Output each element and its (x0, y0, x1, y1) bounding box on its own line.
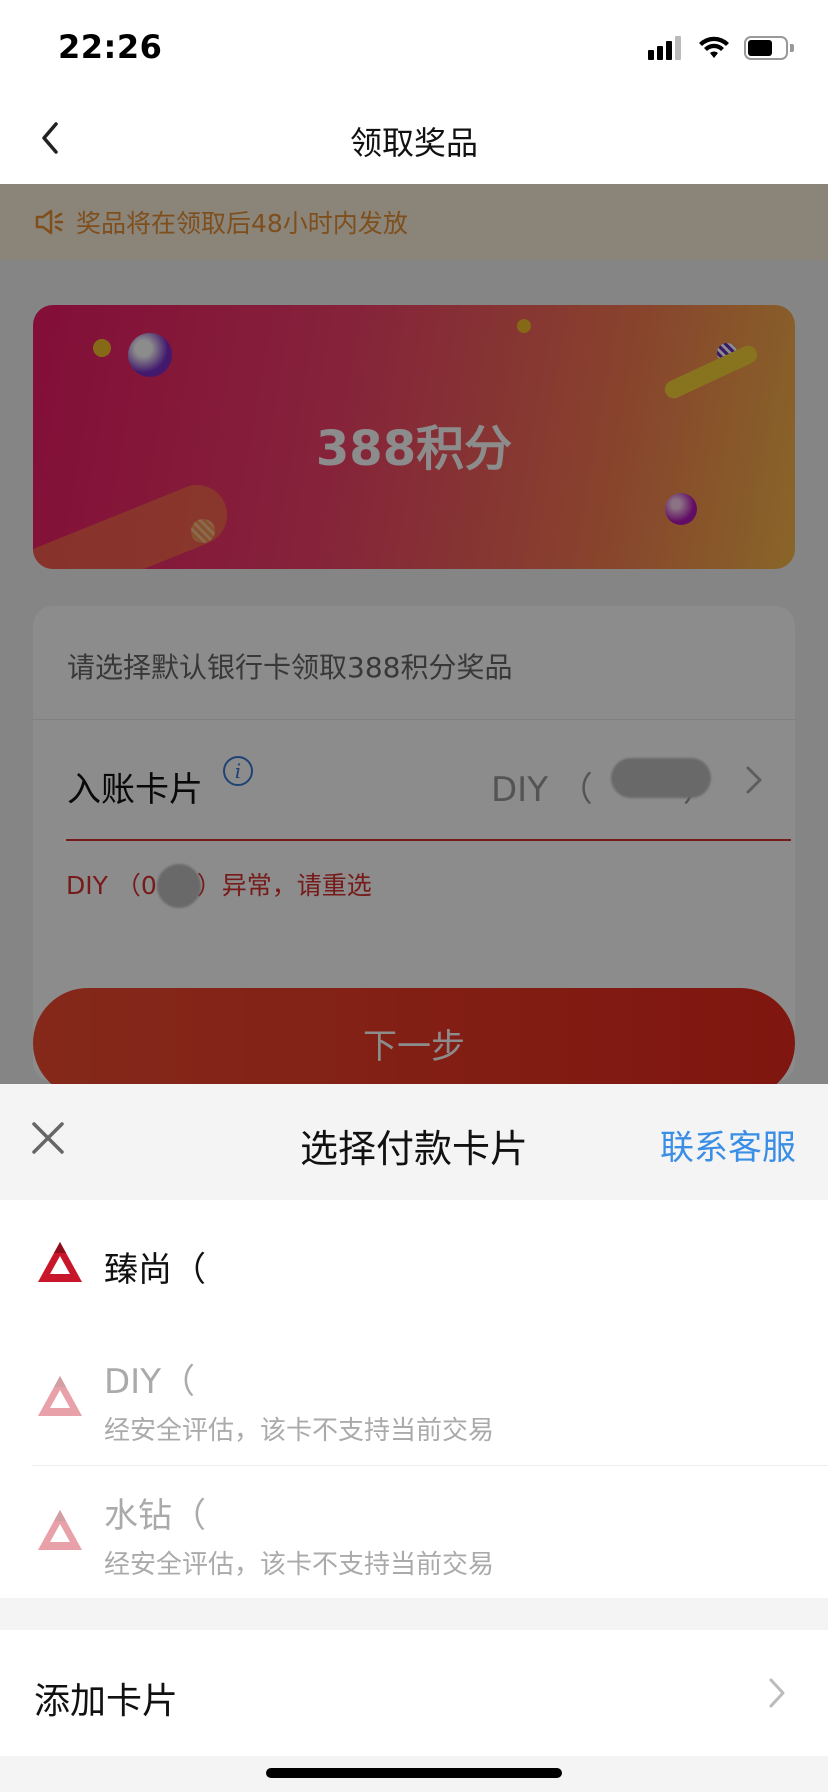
status-icons (648, 34, 794, 62)
sheet-header: 选择付款卡片 联系客服 (0, 1084, 828, 1200)
bank-logo-icon (38, 1242, 82, 1282)
payment-card-sheet: 选择付款卡片 联系客服 臻尚（ DIY（ 经安全评估，该卡不支持当前交易 水钻（… (0, 1084, 828, 1792)
nav-bar: 领取奖品 (0, 92, 828, 184)
card-unsupported-note: 经安全评估，该卡不支持当前交易 (104, 1416, 495, 1446)
add-card-label: 添加卡片 (34, 1681, 179, 1722)
card-name: 水钻（ (104, 1496, 206, 1536)
card-option[interactable]: DIY（ 经安全评估，该卡不支持当前交易 (0, 1332, 828, 1466)
chevron-right-icon (769, 1678, 785, 1708)
card-list: 臻尚（ DIY（ 经安全评估，该卡不支持当前交易 水钻（ 经安全评估，该卡不支持… (0, 1200, 828, 1598)
cellular-signal-icon (648, 36, 681, 60)
card-name: DIY（ (104, 1362, 195, 1402)
status-bar: 22:26 (0, 0, 828, 92)
card-unsupported-note: 经安全评估，该卡不支持当前交易 (104, 1550, 495, 1580)
card-name: 臻尚（ (104, 1250, 206, 1290)
card-option[interactable]: 水钻（ 经安全评估，该卡不支持当前交易 (0, 1466, 828, 1598)
contact-service-link[interactable]: 联系客服 (660, 1120, 796, 1169)
bank-logo-icon (38, 1510, 82, 1550)
card-option[interactable]: 臻尚（ (0, 1200, 828, 1332)
modal-overlay[interactable] (0, 184, 828, 1084)
status-time: 22:26 (58, 28, 163, 66)
bank-logo-icon (38, 1376, 82, 1416)
wifi-icon (699, 36, 729, 58)
add-card-row[interactable]: 添加卡片 (0, 1630, 828, 1756)
page-title: 领取奖品 (349, 124, 478, 162)
home-indicator (266, 1768, 562, 1778)
battery-icon (744, 36, 794, 60)
